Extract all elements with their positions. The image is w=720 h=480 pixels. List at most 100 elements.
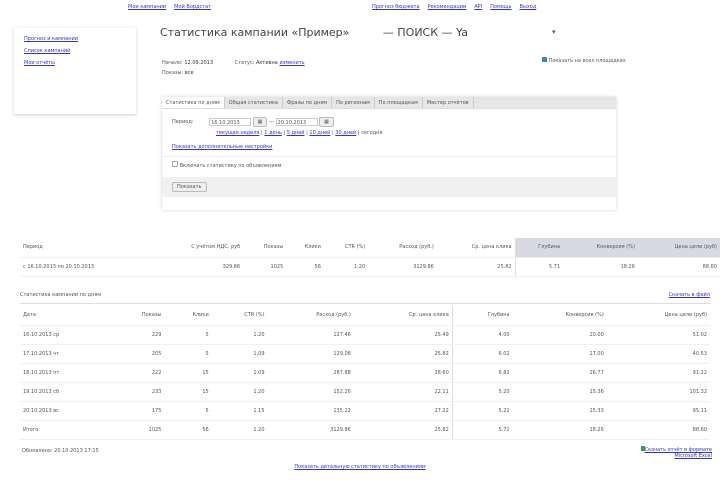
table-row: Итого 1025 56 1.20 3129.86 25.82 5.71 18.26 88.6… [20,420,710,440]
table-row: с 16.10.2013 по 20.10.2013 329.86 1025 56 1.… [20,257,720,277]
tab-regions[interactable]: По регионам [332,97,375,108]
table-cell: Ср. цена клика [353,306,453,326]
table-cell: 3129.86 [267,420,354,440]
table-cell: 25.82 [436,257,516,277]
detailed-stats-link[interactable]: Показать детальную статистику по объявле… [294,464,425,470]
table-cell: 20.00 [512,325,607,345]
table-cell: Показы [110,306,165,326]
daily-header: Статистика кампании по дням Скачать в фа… [20,292,710,304]
table-row: 16.10.2013 ср 229 5 1.20 127.46 25.49 4.00 20.0… [20,325,710,345]
table-cell: Показы [243,238,287,258]
table-cell: 19.10.2013 сб [20,382,111,402]
page-title: Статистика кампании «Пример» — ПОИСК — Y… [160,26,468,39]
date-from-input[interactable]: 16.10.2013 [209,117,252,126]
table-cell: 27.00 [512,344,607,364]
table-cell: 28.60 [353,363,453,383]
table-cell: Клики [286,238,324,258]
table-cell: Конверсия (%) [512,306,607,326]
filter-panel: Статистика по дням Общая статистика Фраз… [162,97,616,210]
daily-table: Дата Показы Клики CTR (%) Расход (руб.) Ср. ц… [20,306,710,440]
table-cell: Дата [20,306,111,326]
table-cell: 222 [110,363,165,383]
quick-period[interactable]: 5 дней [287,130,305,136]
quick-period[interactable]: 10 дней [309,130,330,136]
table-cell: 91.22 [606,363,710,383]
table-cell: 27.22 [353,401,453,421]
table-cell: 5 [164,401,212,421]
top-nav-left: Мои кампании Мой Вордстат [128,4,219,10]
table-cell: 88.60 [637,257,720,277]
sidebar: Прогноз и кампании Список кампаний Мои о… [14,28,136,114]
updated-text: Обновлено: 20.10.2013 17:15 [22,448,99,454]
checkbox-icon [542,57,547,62]
objects-checkbox[interactable]: Включать статистику по объявлениям [162,156,616,173]
nav-link[interactable]: Мои кампании [128,4,166,10]
nav-link[interactable]: API [474,4,482,10]
table-cell: Ср. цена клика [436,238,516,258]
table-row: 18.10.2013 пт 222 15 1.09 287.88 28.60 6.82 26.… [20,363,710,383]
chevron-down-icon[interactable]: ▾ [552,28,556,36]
top-nav-right: Прогноз бюджета Рекомендации API Помощь Выхо… [372,4,544,10]
nav-link[interactable]: Мой Вордстат [174,4,211,10]
export-link[interactable]: Скачать в файл [669,292,710,298]
calendar-icon[interactable]: ▦ [319,117,334,127]
table-cell: 329.86 [150,257,244,277]
table-cell: CTR (%) [323,238,369,258]
table-cell: 5.21 [451,401,513,421]
table-cell: 1.20 [211,325,268,345]
table-cell: 5 [164,325,212,345]
table-cell: с 16.10.2013 по 20.10.2013 [20,257,151,277]
date-to-input[interactable]: 20.10.2013 [275,117,318,126]
table-cell: Цена цели (руб) [606,306,710,326]
tab-report-master[interactable]: Мастер отчётов [423,97,474,108]
table-cell: 5.71 [514,257,564,277]
quick-period[interactable]: 30 дней [335,130,356,136]
table-cell: 95.11 [606,401,710,421]
table-cell: 56 [164,420,212,440]
table-cell: 6.82 [451,363,513,383]
tab-daily[interactable]: Статистика по дням [162,97,225,108]
table-cell: 5.71 [451,420,513,440]
table-cell: 18.26 [563,257,638,277]
table-row: Период С учётом НДС, руб Показы Клики CTR (%… [20,238,720,258]
table-cell: Период [20,238,151,258]
table-cell: С учётом НДС, руб [150,238,244,258]
summary-table: Период С учётом НДС, руб Показы Клики CTR (%… [20,238,720,277]
quick-period[interactable]: текущая неделя [216,130,259,136]
tab-phrases[interactable]: Фразы по дням [283,97,333,108]
table-cell: 25.82 [353,420,453,440]
table-row: 19.10.2013 сб 233 15 1.20 152.26 22.11 5.20 15.… [20,382,710,402]
tab-general[interactable]: Общая статистика [225,97,283,108]
submit-button[interactable]: Показать [172,182,207,192]
quick-period[interactable]: 1 день [264,130,282,136]
nav-link[interactable]: Рекомендации [428,4,467,10]
table-cell: 88.60 [606,420,710,440]
nav-link[interactable]: Помощь [490,4,511,10]
sidebar-link[interactable]: Мои отчёты [24,60,55,66]
tab-sites[interactable]: По площадкам [375,97,423,108]
table-cell: 15.36 [512,382,607,402]
table-cell: 5 [164,344,212,364]
campaign-info: Начало: 12.09.2013 Статус: Активна измен… [162,60,305,76]
table-cell: 1.20 [323,257,369,277]
more-settings-link[interactable]: Показать дополнительные настройки [172,144,272,150]
table-cell: 40.53 [606,344,710,364]
status-change-link[interactable]: изменить [279,60,304,66]
table-cell: 152.26 [267,382,354,402]
calendar-icon[interactable]: ▦ [252,117,268,127]
table-cell: 18.10.2013 пт [20,363,111,383]
nav-link[interactable]: Выход [519,4,536,10]
table-cell: 3129.86 [368,257,437,277]
sidebar-link[interactable]: Прогноз и кампании [24,36,78,42]
sidebar-link[interactable]: Список кампаний [24,48,70,54]
nav-link[interactable]: Прогноз бюджета [372,4,420,10]
excel-export[interactable]: Скачать отчёт в формате Microsoft Excel [640,446,712,459]
table-cell: 16.10.2013 ср [20,325,111,345]
table-cell: 15 [164,382,212,402]
period-label: Период: [172,119,194,125]
all-sites-option[interactable]: Показать на всех площадках [542,57,626,64]
table-cell: Глубина [451,306,513,326]
table-cell: 175 [110,401,165,421]
table-cell: 17.10.2013 чт [20,344,111,364]
table-cell: 1.20 [211,382,268,402]
